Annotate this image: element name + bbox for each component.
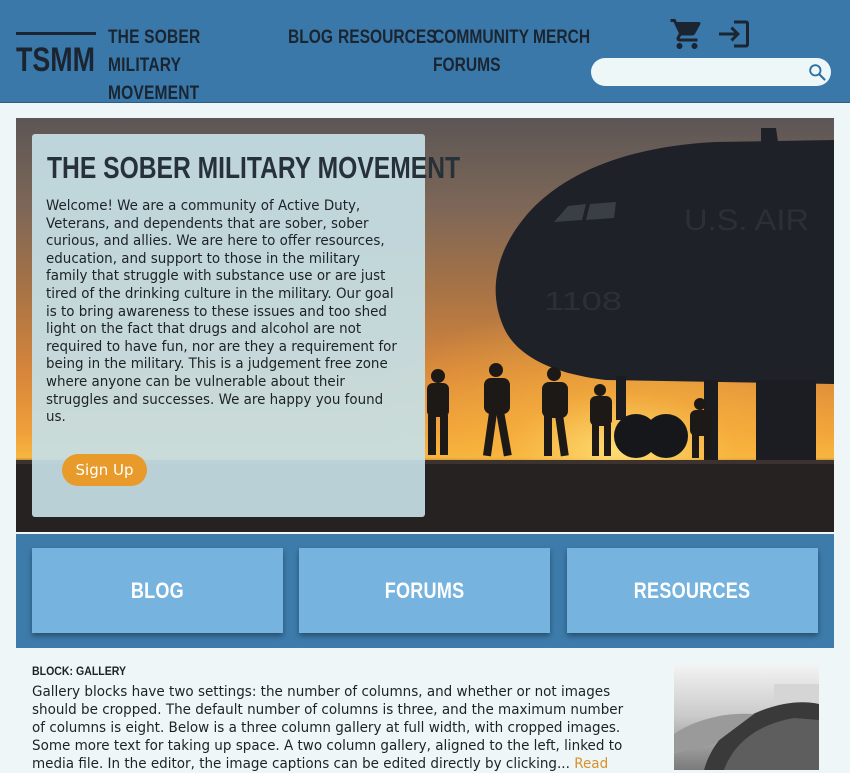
- block-description: Gallery blocks have two settings: the nu…: [32, 683, 640, 773]
- feature-card-label: RESOURCES: [634, 577, 751, 603]
- hero-description: Welcome! We are a community of Active Du…: [46, 198, 397, 426]
- feature-card-resources[interactable]: RESOURCES: [567, 548, 818, 633]
- cart-button[interactable]: [669, 16, 705, 52]
- login-button[interactable]: [716, 16, 752, 52]
- gallery-image: [674, 664, 819, 770]
- signup-button[interactable]: Sign Up: [62, 454, 147, 486]
- login-icon: [719, 20, 749, 48]
- site-logo[interactable]: TSMM: [16, 30, 96, 74]
- cart-icon: [670, 19, 701, 49]
- block-description-text: Gallery blocks have two settings: the nu…: [32, 684, 624, 772]
- search-icon[interactable]: [807, 62, 827, 82]
- nav-resources[interactable]: RESOURCES: [338, 24, 437, 52]
- logo-text: TSMM: [16, 41, 95, 74]
- feature-card-label: FORUMS: [384, 577, 465, 603]
- site-title[interactable]: THE SOBER MILITARY MOVEMENT: [108, 24, 239, 108]
- search-bar: [591, 58, 831, 86]
- nav-blog[interactable]: BLOG: [288, 24, 333, 52]
- feature-card-blog[interactable]: BLOG: [32, 548, 283, 633]
- aircraft-text: U.S. AIR: [684, 204, 809, 237]
- nav-community-forums[interactable]: COMMUNITY FORUMS: [433, 24, 529, 80]
- hero-title: THE SOBER MILITARY MOVEMENT: [47, 150, 461, 185]
- nav-merch[interactable]: MERCH: [533, 24, 590, 52]
- gallery-thumbnail[interactable]: [674, 664, 819, 770]
- block-label: BLOCK: GALLERY: [32, 664, 127, 678]
- search-input[interactable]: [605, 62, 804, 84]
- aircraft-number: 1108: [544, 286, 622, 316]
- feature-card-label: BLOG: [130, 577, 185, 603]
- feature-card-forums[interactable]: FORUMS: [299, 548, 550, 633]
